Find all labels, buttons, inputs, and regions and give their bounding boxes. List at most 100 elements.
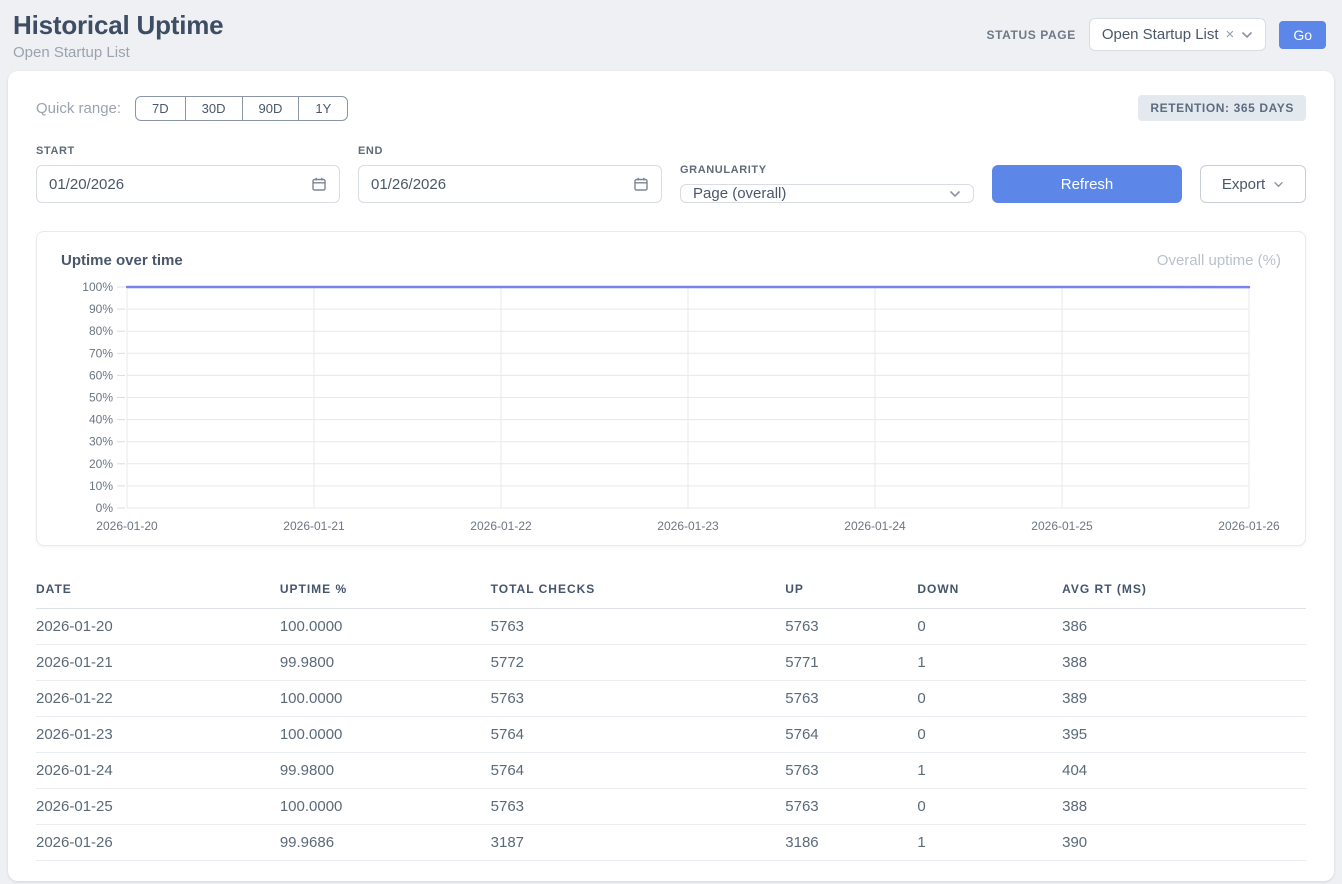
table-cell: 0	[917, 681, 1062, 717]
table-row: 2026-01-2499.9800576457631404	[36, 753, 1306, 789]
table-cell: 2026-01-25	[36, 789, 280, 825]
table-cell: 0	[917, 717, 1062, 753]
table-cell: 1	[917, 825, 1062, 861]
quick-range-label: Quick range:	[36, 100, 121, 117]
table-cell: 2026-01-24	[36, 753, 280, 789]
svg-text:70%: 70%	[89, 346, 113, 360]
quick-range-90d-button[interactable]: 90D	[242, 96, 300, 121]
table-cell: 99.9686	[280, 825, 491, 861]
end-date-input[interactable]: 01/26/2026	[358, 165, 662, 203]
go-button[interactable]: Go	[1279, 21, 1326, 49]
refresh-button[interactable]: Refresh	[992, 165, 1182, 203]
table-cell: 5764	[785, 717, 917, 753]
column-header: UPTIME %	[280, 572, 491, 609]
end-date-label: END	[358, 145, 662, 157]
svg-text:60%: 60%	[89, 368, 113, 382]
table-cell: 5764	[491, 753, 786, 789]
end-date-field: END 01/26/2026	[358, 145, 662, 203]
table-cell: 404	[1062, 753, 1306, 789]
table-cell: 386	[1062, 609, 1306, 645]
chart-title: Uptime over time	[61, 252, 183, 269]
calendar-icon[interactable]	[311, 176, 327, 192]
column-header: AVG RT (MS)	[1062, 572, 1306, 609]
table-cell: 5763	[785, 753, 917, 789]
uptime-chart-card: Uptime over time Overall uptime (%) 100%…	[36, 231, 1306, 546]
svg-text:10%: 10%	[89, 479, 113, 493]
table-cell: 100.0000	[280, 789, 491, 825]
quick-range-row: Quick range: 7D30D90D1Y RETENTION: 365 D…	[36, 95, 1306, 121]
table-row: 2026-01-2699.9686318731861390	[36, 825, 1306, 861]
clear-selection-icon[interactable]: ×	[1226, 27, 1235, 42]
start-date-field: START 01/20/2026	[36, 145, 340, 203]
page-title: Historical Uptime	[13, 10, 223, 41]
svg-text:30%: 30%	[89, 435, 113, 449]
granularity-select[interactable]: Page (overall)	[680, 184, 974, 203]
status-page-label: STATUS PAGE	[987, 28, 1076, 42]
table-cell: 5763	[785, 789, 917, 825]
granularity-label: GRANULARITY	[680, 164, 974, 176]
table-cell: 5772	[491, 645, 786, 681]
table-cell: 390	[1062, 825, 1306, 861]
start-date-input[interactable]: 01/20/2026	[36, 165, 340, 203]
uptime-line-chart: 100%90%80%70%60%50%40%30%20%10%0%2026-01…	[61, 277, 1281, 535]
table-cell: 5763	[785, 609, 917, 645]
svg-text:90%: 90%	[89, 302, 113, 316]
table-cell: 5763	[491, 789, 786, 825]
table-cell: 3186	[785, 825, 917, 861]
table-cell: 100.0000	[280, 717, 491, 753]
export-button-label: Export	[1222, 176, 1265, 193]
table-cell: 1	[917, 645, 1062, 681]
quick-range-30d-button[interactable]: 30D	[185, 96, 243, 121]
status-page-value: Open Startup List	[1102, 26, 1219, 43]
page-subtitle: Open Startup List	[13, 44, 223, 61]
table-cell: 388	[1062, 645, 1306, 681]
table-cell: 2026-01-20	[36, 609, 280, 645]
status-page-controls: STATUS PAGE Open Startup List × Go	[987, 18, 1326, 51]
uptime-table: DATEUPTIME %TOTAL CHECKSUPDOWNAVG RT (MS…	[36, 572, 1306, 861]
export-button[interactable]: Export	[1200, 165, 1306, 203]
column-header: DOWN	[917, 572, 1062, 609]
table-row: 2026-01-25100.0000576357630388	[36, 789, 1306, 825]
quick-range-group: 7D30D90D1Y	[135, 96, 348, 121]
svg-text:2026-01-21: 2026-01-21	[283, 519, 345, 533]
table-cell: 2026-01-26	[36, 825, 280, 861]
table-cell: 0	[917, 789, 1062, 825]
quick-range-7d-button[interactable]: 7D	[135, 96, 186, 121]
chart-legend: Overall uptime (%)	[1157, 252, 1281, 269]
calendar-icon[interactable]	[633, 176, 649, 192]
quick-range-1y-button[interactable]: 1Y	[298, 96, 348, 121]
table-cell: 395	[1062, 717, 1306, 753]
table-cell: 5764	[491, 717, 786, 753]
table-cell: 0	[917, 609, 1062, 645]
table-cell: 5763	[785, 681, 917, 717]
table-row: 2026-01-20100.0000576357630386	[36, 609, 1306, 645]
table-cell: 5763	[491, 681, 786, 717]
svg-text:2026-01-20: 2026-01-20	[96, 519, 158, 533]
table-cell: 99.9800	[280, 753, 491, 789]
svg-text:2026-01-23: 2026-01-23	[657, 519, 719, 533]
svg-text:2026-01-22: 2026-01-22	[470, 519, 532, 533]
table-cell: 2026-01-23	[36, 717, 280, 753]
column-header: DATE	[36, 572, 280, 609]
column-header: UP	[785, 572, 917, 609]
svg-text:80%: 80%	[89, 324, 113, 338]
retention-badge: RETENTION: 365 DAYS	[1138, 95, 1306, 121]
svg-text:50%: 50%	[89, 391, 113, 405]
table-header-row: DATEUPTIME %TOTAL CHECKSUPDOWNAVG RT (MS…	[36, 572, 1306, 609]
main-panel: Quick range: 7D30D90D1Y RETENTION: 365 D…	[8, 71, 1334, 881]
filter-form-row: START 01/20/2026 END 01/26/2026	[36, 145, 1306, 203]
svg-text:20%: 20%	[89, 457, 113, 471]
svg-text:2026-01-25: 2026-01-25	[1031, 519, 1093, 533]
table-cell: 99.9800	[280, 645, 491, 681]
svg-text:2026-01-26: 2026-01-26	[1218, 519, 1280, 533]
table-cell: 100.0000	[280, 609, 491, 645]
table-cell: 2026-01-21	[36, 645, 280, 681]
table-cell: 100.0000	[280, 681, 491, 717]
svg-text:2026-01-24: 2026-01-24	[844, 519, 906, 533]
title-block: Historical Uptime Open Startup List	[13, 10, 223, 61]
svg-text:40%: 40%	[89, 413, 113, 427]
chart-header: Uptime over time Overall uptime (%)	[61, 252, 1281, 269]
svg-text:0%: 0%	[96, 501, 114, 515]
table-row: 2026-01-2199.9800577257711388	[36, 645, 1306, 681]
status-page-select[interactable]: Open Startup List ×	[1089, 18, 1267, 51]
